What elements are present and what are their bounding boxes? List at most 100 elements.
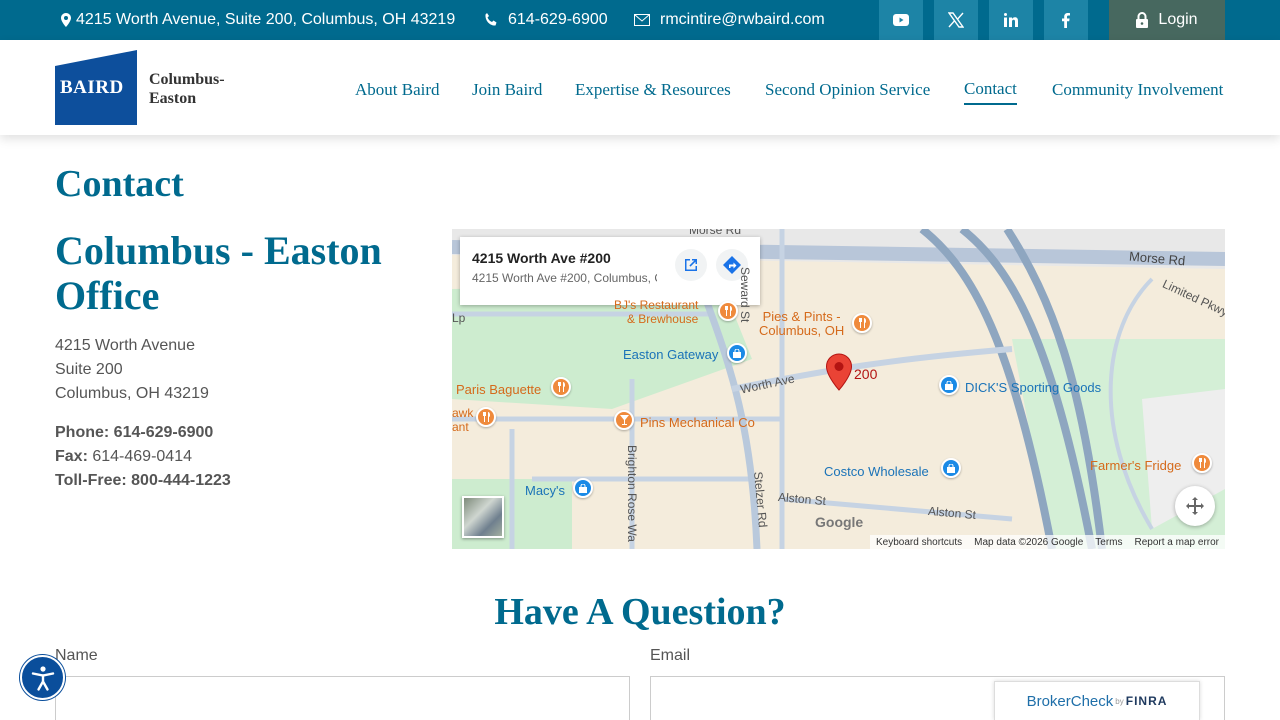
- nav-community-involvement[interactable]: Community Involvement: [1052, 75, 1223, 105]
- youtube-button[interactable]: [879, 0, 923, 40]
- phone-row: Phone: 614-629-6900: [55, 421, 231, 445]
- poi-macys[interactable]: Macy's: [525, 483, 565, 498]
- google-logo: Google: [815, 514, 864, 530]
- top-bar: 4215 Worth Avenue, Suite 200, Columbus, …: [0, 0, 1280, 40]
- place-address: 4215 Worth Ave #200, Columbus, OH 43219: [472, 271, 657, 285]
- page-title: Contact: [55, 163, 184, 205]
- poi-dicks-sporting-goods[interactable]: DICK'S Sporting Goods: [965, 380, 1101, 395]
- youtube-icon: [893, 14, 909, 26]
- terms-link[interactable]: Terms: [1095, 537, 1122, 548]
- poi-hawk-line1: awk: [452, 406, 474, 420]
- name-input[interactable]: [55, 676, 630, 720]
- street-view-thumbnail[interactable]: [462, 496, 504, 538]
- fax-number: 614-469-0414: [92, 448, 192, 465]
- phone-icon: [485, 13, 497, 26]
- office-title: Columbus - Easton Office: [55, 228, 382, 318]
- location-marker-icon[interactable]: [825, 353, 853, 391]
- street-brighton-rose: Brighton Rose Wa: [625, 445, 639, 542]
- brokercheck-brand: BrokerCheck: [1026, 692, 1114, 710]
- facebook-button[interactable]: [1044, 0, 1088, 40]
- topbar-address-text: 4215 Worth Avenue, Suite 200, Columbus, …: [76, 11, 456, 28]
- x-twitter-button[interactable]: [934, 0, 978, 40]
- street-morse-top: Morse Rd: [689, 229, 742, 237]
- linkedin-icon: [1004, 13, 1018, 27]
- nav-second-opinion-service[interactable]: Second Opinion Service: [765, 75, 930, 105]
- nav-about-baird[interactable]: About Baird: [355, 75, 440, 105]
- brokercheck-by: by: [1115, 696, 1124, 706]
- logo-subtitle: Columbus- Easton: [149, 70, 225, 108]
- tollfree-number[interactable]: 800-444-1223: [131, 472, 231, 489]
- brokercheck-badge[interactable]: BrokerCheck by FINRA: [994, 681, 1200, 720]
- external-link-icon: [685, 259, 697, 271]
- phone-label: Phone:: [55, 424, 110, 441]
- poi-bjs-restaurant[interactable]: BJ's Restaurant & Brewhouse: [614, 298, 698, 326]
- poi-hawk-line2: ant: [452, 420, 469, 434]
- bar-pin-icon[interactable]: [614, 410, 634, 430]
- site-header: BAIRD Columbus- Easton About Baird Join …: [0, 40, 1280, 135]
- logo-subtitle-line1: Columbus-: [149, 71, 225, 88]
- fax-label: Fax:: [55, 448, 88, 465]
- topbar-email[interactable]: rmcintire@rwbaird.com: [634, 0, 825, 40]
- nav-expertise-resources[interactable]: Expertise & Resources: [575, 75, 731, 105]
- restaurant-pin-icon[interactable]: [852, 313, 872, 333]
- topbar-address[interactable]: 4215 Worth Avenue, Suite 200, Columbus, …: [61, 0, 455, 40]
- shopping-pin-icon[interactable]: [727, 343, 747, 363]
- logo-subtitle-line2: Easton: [149, 90, 197, 107]
- poi-hawk[interactable]: awk ant: [452, 406, 473, 434]
- shopping-pin-icon[interactable]: [573, 478, 593, 498]
- tollfree-label: Toll-Free:: [55, 472, 127, 489]
- login-button[interactable]: Login: [1109, 0, 1225, 40]
- nav-contact[interactable]: Contact: [964, 75, 1017, 105]
- accessibility-icon: [31, 665, 54, 691]
- nav-join-baird[interactable]: Join Baird: [472, 75, 542, 105]
- report-map-error-link[interactable]: Report a map error: [1135, 537, 1219, 548]
- office-phones: Phone: 614-629-6900 Fax: 614-469-0414 To…: [55, 421, 231, 493]
- poi-farmers-fridge[interactable]: Farmer's Fridge: [1090, 458, 1181, 473]
- address-line-2: Suite 200: [55, 361, 123, 378]
- restaurant-pin-icon[interactable]: [476, 407, 496, 427]
- address-line-1: 4215 Worth Avenue: [55, 337, 195, 354]
- phone-number[interactable]: 614-629-6900: [114, 424, 214, 441]
- poi-bjs-line2: & Brewhouse: [626, 312, 699, 326]
- tollfree-row: Toll-Free: 800-444-1223: [55, 469, 231, 493]
- restaurant-pin-icon[interactable]: [1192, 453, 1212, 473]
- facebook-icon: [1062, 12, 1070, 28]
- poi-paris-baguette[interactable]: Paris Baguette: [456, 382, 541, 397]
- street-lp: Lp: [452, 311, 466, 325]
- poi-easton-gateway[interactable]: Easton Gateway: [623, 347, 718, 362]
- map-camera-control[interactable]: [1175, 486, 1215, 526]
- email-label: Email: [650, 647, 691, 664]
- google-map[interactable]: 4215 Worth Ave #200 4215 Worth Ave #200,…: [452, 229, 1225, 549]
- address-line-3: Columbus, OH 43219: [55, 385, 209, 402]
- restaurant-pin-icon[interactable]: [551, 377, 571, 397]
- open-in-maps-button[interactable]: [675, 249, 707, 281]
- topbar-phone-text: 614-629-6900: [508, 11, 608, 28]
- baird-logo[interactable]: BAIRD Columbus- Easton: [55, 50, 235, 125]
- logo-text: BAIRD: [60, 77, 124, 98]
- street-seward-st: Seward St: [738, 267, 752, 323]
- poi-pies-pints[interactable]: Pies & Pints - Columbus, OH: [759, 310, 844, 338]
- restaurant-pin-icon[interactable]: [718, 301, 738, 321]
- place-info-card: 4215 Worth Ave #200 4215 Worth Ave #200,…: [460, 237, 760, 305]
- topbar-phone[interactable]: 614-629-6900: [484, 0, 608, 40]
- map-data-credit: Map data ©2026 Google: [974, 536, 1084, 548]
- keyboard-shortcuts-link[interactable]: Keyboard shortcuts: [876, 537, 962, 548]
- poi-bjs-line1: BJ's Restaurant: [614, 298, 699, 312]
- map-marker-icon: [61, 13, 71, 27]
- question-heading: Have A Question?: [494, 591, 786, 633]
- envelope-icon: [634, 14, 650, 26]
- fax-row: Fax: 614-469-0414: [55, 445, 231, 469]
- shopping-pin-icon[interactable]: [941, 458, 961, 478]
- shopping-pin-icon[interactable]: [939, 375, 959, 395]
- accessibility-button[interactable]: [20, 655, 65, 700]
- poi-pins-mechanical[interactable]: Pins Mechanical Co: [640, 415, 755, 430]
- linkedin-button[interactable]: [989, 0, 1033, 40]
- x-icon: [948, 12, 964, 28]
- move-arrows-icon: [1186, 497, 1204, 515]
- lock-icon: [1136, 12, 1149, 28]
- map-attribution-bar: Keyboard shortcuts Map data ©2026 Google…: [869, 535, 1225, 549]
- poi-costco-wholesale[interactable]: Costco Wholesale: [824, 464, 929, 479]
- poi-pies-line1: Pies & Pints -: [762, 309, 841, 324]
- topbar-email-text: rmcintire@rwbaird.com: [660, 11, 825, 28]
- poi-pies-line2: Columbus, OH: [759, 323, 845, 338]
